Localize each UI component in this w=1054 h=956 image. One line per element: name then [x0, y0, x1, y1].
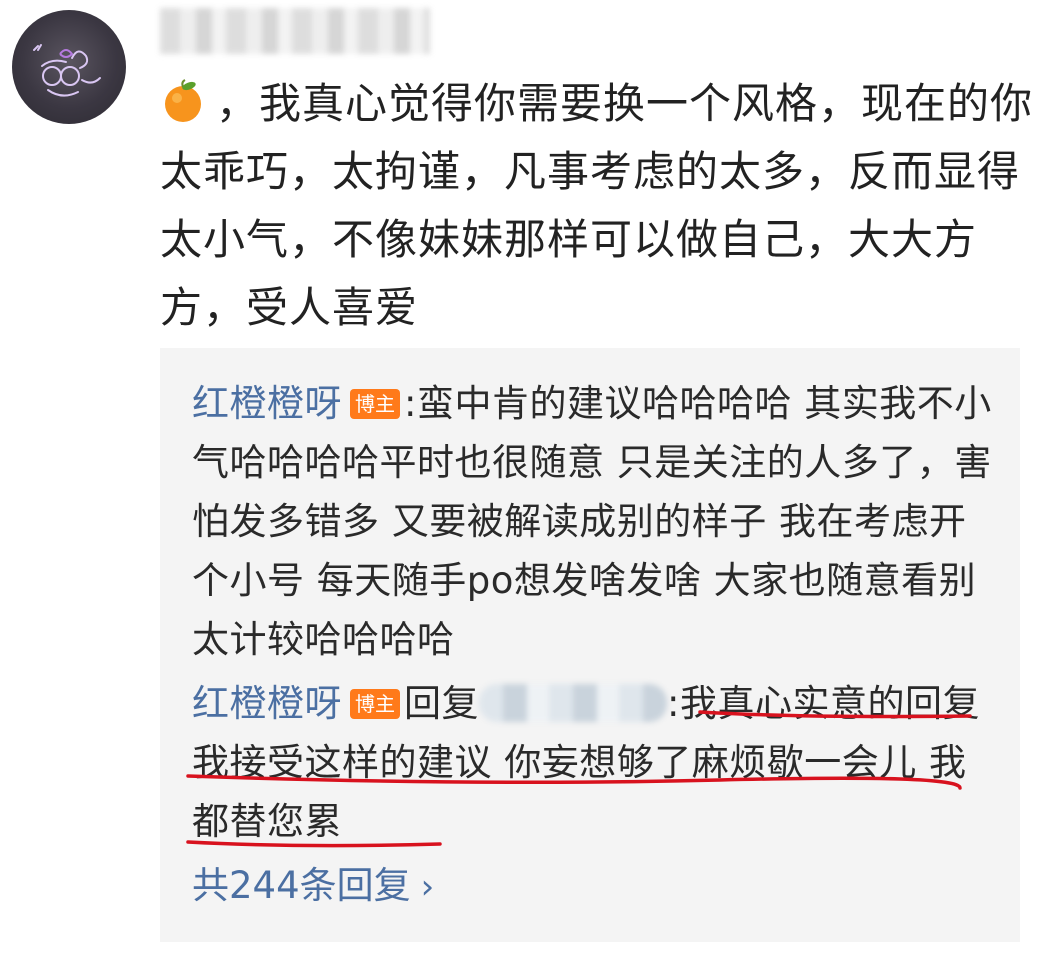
mentioned-username-blurred[interactable] — [479, 684, 667, 722]
orange-emoji-icon — [160, 76, 206, 122]
reply-separator: : — [667, 682, 680, 725]
reply-username[interactable]: 红橙橙呀 — [192, 682, 342, 725]
comment-text: ，我真心觉得你需要换一个风格，现在的你太乖巧，太拘谨，凡事考虑的太多，反而显得太… — [160, 79, 1034, 332]
username-blurred[interactable] — [160, 8, 430, 54]
reply-to-label: 回复 — [404, 682, 479, 725]
more-replies-link[interactable]: 共244条回复 › — [192, 856, 434, 917]
reply-item: 红橙橙呀 博主 回复:我真心实意的回复 我接受这样的建议 你妄想够了麻烦歇一会儿 我… — [192, 674, 992, 851]
comment-text-block: ，我真心觉得你需要换一个风格，现在的你太乖巧，太拘谨，凡事考虑的太多，反而显得太… — [160, 70, 1040, 342]
reply-item: 红橙橙呀 博主:蛮中肯的建议哈哈哈哈 其实我不小气哈哈哈哈平时也很随意 只是关注的… — [192, 374, 992, 669]
author-badge: 博主 — [350, 689, 400, 719]
reply-separator: : — [404, 382, 417, 425]
more-replies-label: 共244条回复 — [192, 864, 411, 907]
avatar[interactable] — [12, 10, 126, 124]
reply-thread: 红橙橙呀 博主:蛮中肯的建议哈哈哈哈 其实我不小气哈哈哈哈平时也很随意 只是关注的… — [160, 348, 1020, 942]
reply-username[interactable]: 红橙橙呀 — [192, 382, 342, 425]
chevron-right-icon: › — [420, 867, 435, 907]
author-badge: 博主 — [350, 389, 400, 419]
avatar-image — [33, 44, 101, 97]
